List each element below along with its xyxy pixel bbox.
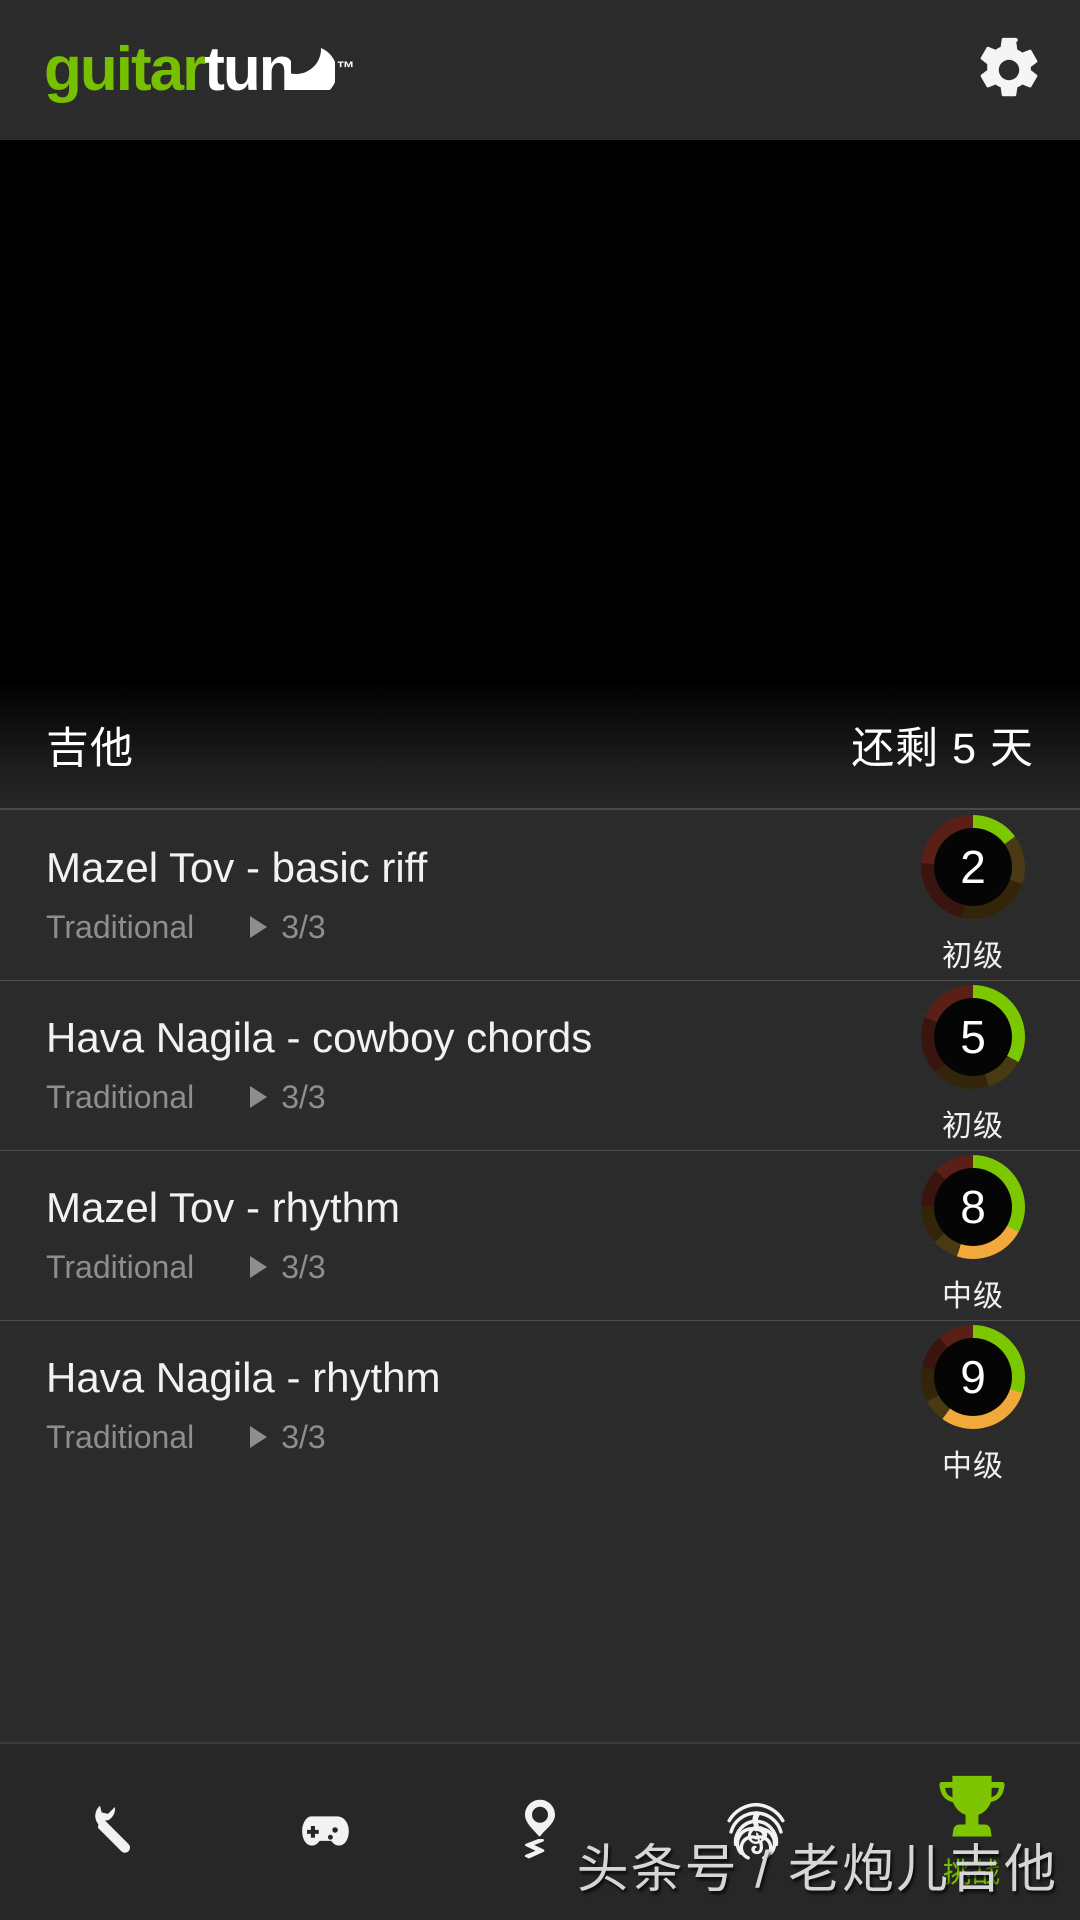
song-title: Mazel Tov - basic riff: [46, 844, 428, 892]
difficulty-badge: 2 初级: [898, 815, 1048, 975]
play-triangle-icon[interactable]: [250, 1426, 268, 1449]
song-artist: Traditional: [46, 1248, 195, 1285]
difficulty-number: 9: [960, 1351, 986, 1403]
song-artist: Traditional: [46, 908, 195, 945]
difficulty-ring: 8: [921, 1155, 1025, 1259]
difficulty-badge: 9 中级: [898, 1325, 1048, 1485]
logo-text-tun: tun: [204, 35, 296, 104]
song-meta: Traditional 3/3: [46, 1419, 898, 1456]
difficulty-label: 中级: [942, 1450, 1004, 1483]
difficulty-number: 5: [960, 1011, 986, 1063]
settings-button[interactable]: [966, 27, 1052, 113]
gamepad-icon: [289, 1793, 359, 1869]
list-item[interactable]: Hava Nagila - rhythm Traditional 3/3 9 中…: [0, 1320, 1080, 1490]
section-header: 吉他 还剩 5 天: [0, 680, 1080, 810]
song-artist: Traditional: [46, 1418, 195, 1455]
gear-icon: [980, 37, 1038, 97]
difficulty-ring-center: 8: [934, 1168, 1012, 1246]
song-text-block: Hava Nagila - cowboy chords Traditional …: [46, 1014, 898, 1115]
difficulty-label: 初级: [942, 1110, 1004, 1143]
list-item[interactable]: Mazel Tov - rhythm Traditional 3/3 8 中级: [0, 1150, 1080, 1320]
trophy-icon: [933, 1773, 1011, 1849]
nav-tab-song-recognition[interactable]: [648, 1744, 864, 1920]
wrench-icon: [76, 1793, 140, 1869]
fingerprint-treble-clef-icon: [719, 1793, 793, 1869]
song-progress-count: 3/3: [281, 908, 326, 945]
difficulty-number: 2: [960, 841, 986, 893]
difficulty-badge: 5 初级: [898, 985, 1048, 1145]
difficulty-ring: 9: [921, 1325, 1025, 1429]
metronome-pitch-icon: [509, 1793, 571, 1869]
logo-swoosh-icon: [290, 44, 335, 90]
song-artist: Traditional: [46, 1078, 195, 1115]
song-title: Hava Nagila - cowboy chords: [46, 1014, 593, 1062]
song-title: Hava Nagila - rhythm: [46, 1354, 441, 1402]
song-text-block: Mazel Tov - rhythm Traditional 3/3: [46, 1184, 898, 1285]
song-meta: Traditional 3/3: [46, 909, 898, 946]
logo-text-guitar: guitar: [44, 35, 206, 104]
song-title: Mazel Tov - rhythm: [46, 1184, 400, 1232]
difficulty-ring-center: 9: [934, 1338, 1012, 1416]
list-item[interactable]: Mazel Tov - basic riff Traditional 3/3 2…: [0, 810, 1080, 980]
list-item[interactable]: Hava Nagila - cowboy chords Traditional …: [0, 980, 1080, 1150]
song-progress-count: 3/3: [281, 1078, 326, 1115]
hero-media-area: [0, 140, 1080, 680]
app-logo: guitar tun ™: [44, 35, 355, 104]
song-meta: Traditional 3/3: [46, 1249, 898, 1286]
song-meta: Traditional 3/3: [46, 1079, 898, 1116]
guitartuna-screen: guitar tun ™ 吉他 还剩 5 天 Mazel Tov - basic…: [0, 0, 1080, 1920]
nav-tab-pitch-pipe[interactable]: [432, 1744, 648, 1920]
song-progress-count: 3/3: [281, 1248, 326, 1285]
play-triangle-icon[interactable]: [250, 1086, 268, 1109]
nav-tab-tuner[interactable]: [0, 1744, 216, 1920]
difficulty-badge: 8 中级: [898, 1155, 1048, 1315]
song-text-block: Hava Nagila - rhythm Traditional 3/3: [46, 1354, 898, 1455]
difficulty-ring: 5: [921, 985, 1025, 1089]
section-title: 吉他: [46, 725, 134, 773]
difficulty-number: 8: [960, 1181, 986, 1233]
nav-tab-label: 挑战: [942, 1857, 1001, 1888]
song-text-block: Mazel Tov - basic riff Traditional 3/3: [46, 844, 898, 945]
difficulty-ring-center: 5: [934, 998, 1012, 1076]
difficulty-ring: 2: [921, 815, 1025, 919]
difficulty-ring-center: 2: [934, 828, 1012, 906]
difficulty-label: 初级: [942, 940, 1004, 973]
difficulty-label: 中级: [942, 1280, 1004, 1313]
play-triangle-icon[interactable]: [250, 1256, 268, 1279]
trial-remaining-label: 还剩 5 天: [851, 725, 1034, 773]
play-triangle-icon[interactable]: [250, 916, 268, 939]
top-app-bar: guitar tun ™: [0, 0, 1080, 140]
logo-trademark-symbol: ™: [336, 58, 355, 78]
song-progress-count: 3/3: [281, 1418, 326, 1455]
nav-tab-challenges[interactable]: 挑战: [864, 1744, 1080, 1920]
bottom-navigation-bar: 挑战: [0, 1742, 1080, 1920]
song-list[interactable]: Mazel Tov - basic riff Traditional 3/3 2…: [0, 810, 1080, 1742]
nav-tab-games[interactable]: [216, 1744, 432, 1920]
